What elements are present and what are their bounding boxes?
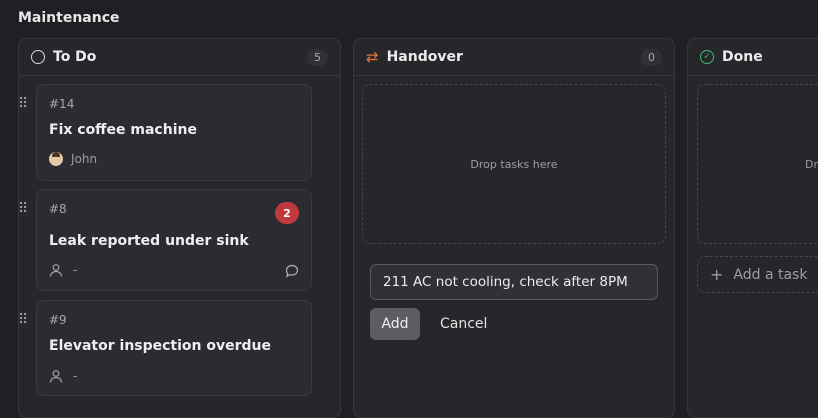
column-count: 5 [307, 48, 328, 66]
assignee-name: - [73, 369, 78, 383]
add-task-label: Add a task [733, 266, 808, 283]
comment-icon[interactable] [285, 264, 299, 278]
column-header-todo: To Do 5 [19, 39, 340, 76]
avatar [49, 152, 63, 166]
dropzone-handover[interactable]: Drop tasks here [362, 84, 666, 244]
column-title: Done [722, 49, 763, 65]
column-title: Handover [386, 49, 463, 65]
task-id: #14 [49, 97, 75, 111]
task-id: #8 [49, 202, 67, 216]
task-card[interactable]: ⠿ #9 Elevator inspection overdue - [18, 300, 312, 396]
check-circle-icon: ✓ [700, 50, 714, 64]
drag-handle-icon[interactable]: ⠿ [18, 97, 28, 111]
board-title: Maintenance [18, 10, 120, 26]
plus-icon: + [710, 265, 724, 284]
task-card[interactable]: ⠿ #8 2 Leak reported under sink - [18, 189, 312, 291]
task-assignee: - [49, 369, 77, 383]
drag-handle-icon[interactable]: ⠿ [18, 202, 28, 216]
new-task-input[interactable] [370, 264, 658, 300]
circle-icon [31, 50, 45, 64]
cancel-button[interactable]: Cancel [432, 308, 495, 340]
task-assignee: - [49, 263, 77, 277]
task-title: Leak reported under sink [49, 233, 249, 249]
task-card[interactable]: ⠿ #14 Fix coffee machine John [18, 84, 312, 181]
user-icon [49, 370, 63, 383]
drop-hint: Dr [805, 157, 818, 171]
task-id: #9 [49, 313, 67, 327]
add-button[interactable]: Add [370, 308, 420, 340]
drag-handle-icon[interactable]: ⠿ [18, 313, 28, 327]
column-header-done: ✓ Done [688, 39, 818, 76]
column-header-handover: ⇄ Handover 0 [354, 39, 674, 76]
dropzone-done[interactable]: Dr [697, 84, 818, 244]
task-title: Fix coffee machine [49, 122, 197, 138]
swap-icon: ⇄ [366, 47, 379, 66]
comment-count-badge: 2 [275, 202, 299, 224]
add-task-button[interactable]: + Add a task [697, 256, 818, 293]
user-icon [49, 264, 63, 277]
assignee-name: - [73, 263, 78, 277]
column-count: 0 [641, 48, 662, 66]
task-title: Elevator inspection overdue [49, 338, 272, 354]
column-title: To Do [53, 49, 97, 65]
task-assignee: John [49, 152, 97, 166]
assignee-name: John [71, 152, 98, 166]
